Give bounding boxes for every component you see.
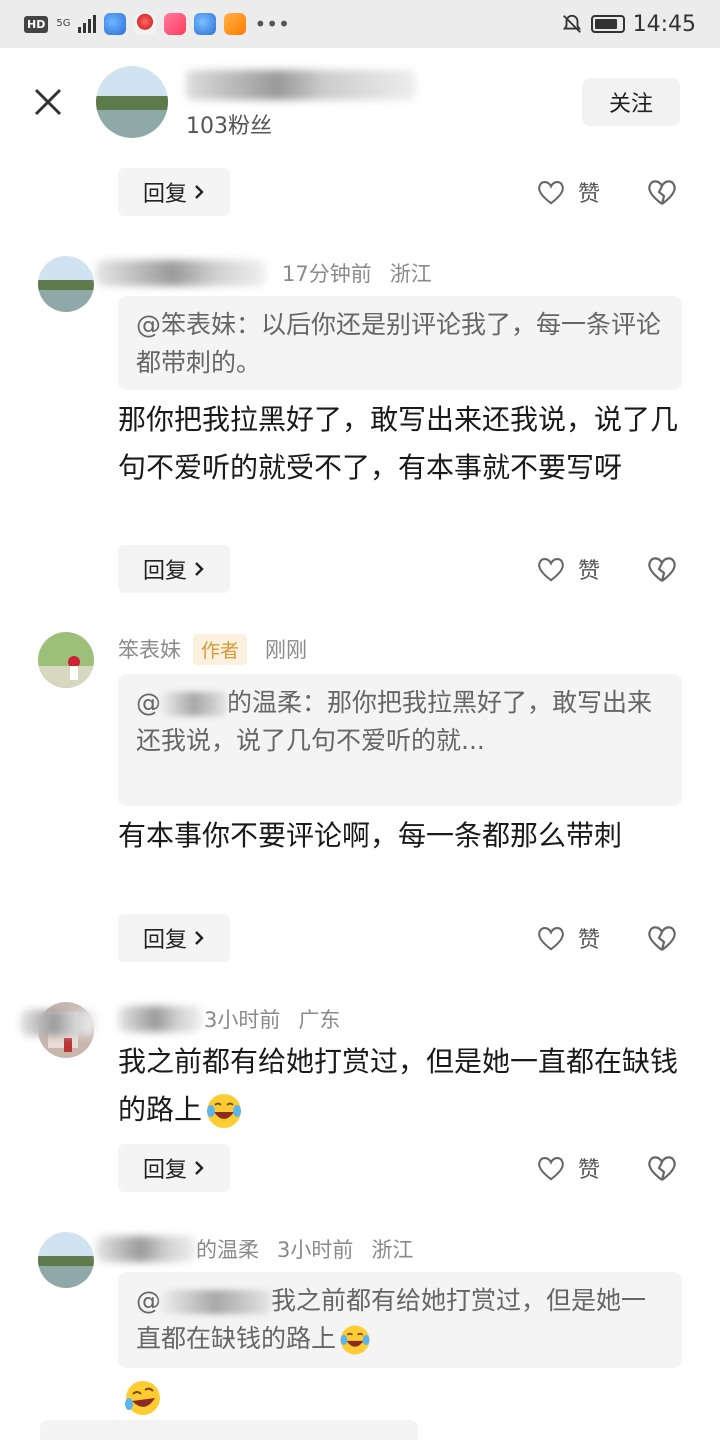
tears-of-joy-emoji — [340, 1325, 370, 1355]
battery-icon — [590, 15, 625, 33]
comment-meta: 17分钟前 浙江 — [282, 258, 432, 288]
username-redacted — [96, 1236, 196, 1262]
chevron-right-icon — [195, 185, 204, 199]
like-label: 赞 — [578, 928, 601, 953]
browser-app-icon — [104, 13, 127, 35]
heart-outline-icon — [538, 927, 564, 951]
comment-meta: 3小时前 广东 — [204, 1004, 340, 1034]
browser-app-icon-2 — [194, 13, 217, 35]
status-bar: HD 5G ••• 14:45 — [0, 0, 720, 48]
like-button[interactable]: 赞 — [536, 553, 600, 585]
reply-button[interactable]: 回复 — [118, 914, 230, 962]
rolling-laughing-emoji — [125, 1381, 160, 1415]
comment-location: 浙江 — [389, 262, 432, 286]
reply-button[interactable]: 回复 — [118, 545, 230, 593]
heart-outline-icon — [538, 181, 564, 205]
map-app-icon — [134, 13, 157, 35]
username-redacted — [118, 1006, 202, 1032]
author-avatar[interactable] — [96, 66, 168, 138]
comment-time: 17分钟前 — [282, 262, 372, 286]
like-button[interactable]: 赞 — [536, 922, 600, 954]
comment-text: 我之前都有给她打赏过，但是她一直都在缺钱的路上 — [118, 1038, 678, 1134]
status-time: 14:45 — [632, 11, 696, 37]
quote-mention: @ — [136, 688, 161, 717]
profile-header: 103粉丝 关注 — [0, 48, 720, 158]
broken-heart-icon[interactable] — [646, 553, 678, 585]
comment-time: 刚刚 — [265, 638, 308, 662]
network-label: 5G — [56, 18, 71, 29]
mute-bell-icon — [562, 14, 581, 33]
follow-button[interactable]: 关注 — [582, 78, 680, 126]
comment-text-body: 我之前都有给她打赏过，但是她一直都在缺钱的路上 — [118, 1045, 679, 1126]
quote-mention: @ — [136, 1286, 161, 1315]
avatar-redacted — [20, 1010, 96, 1036]
comment-time: 3小时前 — [204, 1008, 281, 1032]
hd-badge: HD — [24, 15, 49, 33]
signal-icon — [78, 15, 97, 33]
author-badge: 作者 — [193, 634, 248, 665]
music-app-icon — [164, 13, 187, 35]
comment-meta: 笨表妹 作者 刚刚 — [118, 634, 307, 665]
reply-input-bar[interactable] — [40, 1420, 418, 1440]
comment-location: 浙江 — [371, 1238, 414, 1262]
comment-author[interactable]: 笨表妹 — [118, 638, 181, 662]
author-name-redacted — [186, 70, 416, 100]
reply-button[interactable]: 回复 — [118, 168, 230, 216]
tears-of-joy-emoji — [207, 1094, 242, 1128]
avatar[interactable] — [38, 632, 94, 688]
reply-label: 回复 — [142, 1158, 187, 1183]
quoted-comment: @ 我之前都有给她打赏过，但是她一直都在缺钱的路上 — [118, 1272, 682, 1368]
reply-button[interactable]: 回复 — [118, 1144, 230, 1192]
more-dots-icon: ••• — [254, 12, 290, 36]
like-label: 赞 — [578, 1158, 601, 1183]
avatar[interactable] — [38, 1232, 94, 1288]
quoted-comment: @ 的温柔：那你把我拉黑好了，敢写出来还我说，说了几句不爱听的就... — [118, 674, 682, 806]
like-button[interactable]: 赞 — [536, 1152, 600, 1184]
comment-time: 3小时前 — [277, 1238, 354, 1262]
comment-text: 有本事你不要评论啊，每一条都那么带刺 — [118, 819, 623, 852]
reply-label: 回复 — [142, 182, 187, 207]
chevron-right-icon — [195, 562, 204, 576]
status-left: HD 5G ••• — [24, 12, 290, 36]
broken-heart-icon[interactable] — [646, 1152, 678, 1184]
close-icon[interactable] — [30, 84, 66, 120]
chevron-right-icon — [195, 1161, 204, 1175]
broken-heart-icon[interactable] — [646, 922, 678, 954]
comment-sheet: 回复 赞 103粉丝 关注 17分钟前 浙江 @笨表妹：以后你还是别评论我了，每一… — [0, 48, 720, 1440]
quoted-comment: @笨表妹：以后你还是别评论我了，每一条评论都带刺的。 — [118, 296, 682, 390]
avatar[interactable] — [38, 256, 94, 312]
taobao-app-icon — [224, 13, 247, 35]
like-label: 赞 — [578, 182, 601, 207]
chevron-right-icon — [195, 931, 204, 945]
username-redacted — [96, 260, 266, 286]
like-label: 赞 — [578, 559, 601, 584]
comment-meta: 的温柔 3小时前 浙江 — [196, 1234, 413, 1264]
heart-outline-icon — [538, 1157, 564, 1181]
mention-redacted — [161, 692, 227, 716]
reply-label: 回复 — [142, 559, 187, 584]
comment-location: 广东 — [298, 1008, 341, 1032]
status-right: 14:45 — [561, 12, 696, 37]
reply-label: 回复 — [142, 928, 187, 953]
comment-author-suffix: 的温柔 — [196, 1238, 259, 1262]
mention-redacted — [161, 1290, 271, 1314]
heart-outline-icon — [538, 558, 564, 582]
comment-text: 那你把我拉黑好了，敢写出来还我说，说了几句不爱听的就受不了，有本事就不要写呀 — [118, 403, 679, 484]
fan-count: 103粉丝 — [186, 114, 272, 139]
broken-heart-icon[interactable] — [646, 176, 678, 208]
like-button[interactable]: 赞 — [536, 176, 600, 208]
